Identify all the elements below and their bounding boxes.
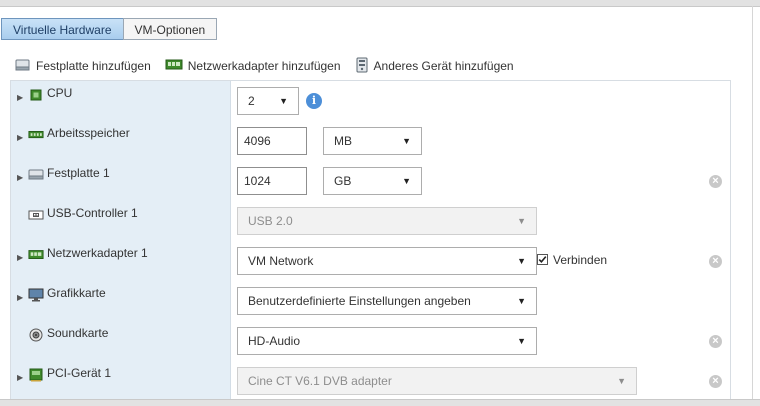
chevron-down-icon: ▼ bbox=[517, 216, 526, 226]
cpu-count-select[interactable]: 2 ▼ bbox=[237, 87, 299, 115]
device-settings-cell: 2 ▼ i bbox=[231, 81, 730, 121]
device-label-cell: ▶ Grafikkarte bbox=[11, 281, 231, 321]
sound-card-select[interactable]: HD-Audio ▼ bbox=[237, 327, 537, 355]
device-row-hard-disk: ▶ Festplatte 1 1024 GB ▼ × bbox=[11, 161, 730, 202]
device-row-usb-controller: USB-Controller 1 USB 2.0 ▼ bbox=[11, 201, 730, 242]
expand-arrow-icon[interactable]: ▶ bbox=[17, 133, 23, 142]
device-settings-cell: VM Network ▼ Verbinden × bbox=[231, 241, 730, 281]
device-toolbar: Festplatte hinzufügen Netzwerkadapter hi… bbox=[15, 57, 514, 75]
chevron-down-icon: ▼ bbox=[517, 336, 526, 346]
disk-unit-select[interactable]: GB ▼ bbox=[323, 167, 422, 195]
device-row-memory: ▶ Arbeitsspeicher 4096 MB ▼ bbox=[11, 121, 730, 162]
cpu-count-value: 2 bbox=[248, 94, 255, 108]
device-row-cpu: ▶ CPU 2 ▼ i bbox=[11, 81, 730, 122]
pci-device-select: Cine CT V6.1 DVB adapter ▼ bbox=[237, 367, 637, 395]
remove-device-icon[interactable]: × bbox=[709, 335, 722, 348]
tab-virtual-hardware[interactable]: Virtuelle Hardware bbox=[1, 18, 124, 40]
hard-disk-icon bbox=[28, 168, 44, 182]
device-label: Soundkarte bbox=[47, 326, 109, 340]
tab-vm-options[interactable]: VM-Optionen bbox=[122, 18, 218, 40]
device-label: Grafikkarte bbox=[47, 286, 106, 300]
device-label: Festplatte 1 bbox=[47, 166, 110, 180]
chevron-down-icon: ▼ bbox=[617, 376, 626, 386]
generic-device-icon bbox=[355, 57, 369, 76]
device-row-network-adapter: ▶ Netzwerkadapter 1 VM Network ▼ Verbind… bbox=[11, 241, 730, 282]
device-grid: ▶ CPU 2 ▼ i ▶ Arbeitsspeicher 4096 MB ▼ … bbox=[10, 80, 731, 399]
device-label: CPU bbox=[47, 86, 73, 100]
device-label-cell: ▶ Netzwerkadapter 1 bbox=[11, 241, 231, 281]
memory-size-input[interactable]: 4096 bbox=[237, 127, 307, 155]
expand-arrow-icon[interactable]: ▶ bbox=[17, 253, 23, 262]
device-label-cell: ▶ Festplatte 1 bbox=[11, 161, 231, 201]
network-select[interactable]: VM Network ▼ bbox=[237, 247, 537, 275]
device-row-video-card: ▶ Grafikkarte Benutzerdefinierte Einstel… bbox=[11, 281, 730, 322]
device-label: PCI-Gerät 1 bbox=[47, 366, 112, 380]
chevron-down-icon: ▼ bbox=[517, 296, 526, 306]
device-settings-cell: 4096 MB ▼ bbox=[231, 121, 730, 161]
memory-icon bbox=[28, 128, 44, 142]
usb-version-select: USB 2.0 ▼ bbox=[237, 207, 537, 235]
add-disk-button[interactable]: Festplatte hinzufügen bbox=[15, 57, 151, 75]
memory-unit-value: MB bbox=[334, 134, 352, 148]
network-adapter-icon bbox=[28, 248, 44, 262]
remove-device-icon[interactable]: × bbox=[709, 255, 722, 268]
chevron-down-icon: ▼ bbox=[402, 136, 411, 146]
speaker-icon bbox=[28, 328, 44, 342]
chevron-down-icon: ▼ bbox=[517, 256, 526, 266]
device-label: USB-Controller 1 bbox=[47, 206, 138, 220]
add-other-device-label: Anderes Gerät hinzufügen bbox=[373, 59, 514, 73]
chevron-down-icon: ▼ bbox=[402, 176, 411, 186]
device-label-cell: ▶ PCI-Gerät 1 bbox=[11, 361, 231, 399]
device-settings-cell: Cine CT V6.1 DVB adapter ▼ × bbox=[231, 361, 730, 399]
monitor-icon bbox=[28, 288, 44, 302]
disk-size-input[interactable]: 1024 bbox=[237, 167, 307, 195]
top-window-border bbox=[0, 0, 760, 7]
device-settings-cell: 1024 GB ▼ × bbox=[231, 161, 730, 201]
device-settings-cell: HD-Audio ▼ × bbox=[231, 321, 730, 361]
hard-disk-icon bbox=[15, 58, 31, 75]
device-label-cell: ▶ CPU bbox=[11, 81, 231, 121]
device-label-cell: ▶ Arbeitsspeicher bbox=[11, 121, 231, 161]
device-label: Arbeitsspeicher bbox=[47, 126, 130, 140]
add-network-adapter-label: Netzwerkadapter hinzufügen bbox=[187, 59, 341, 73]
pci-device-icon bbox=[28, 368, 44, 382]
device-label: Netzwerkadapter 1 bbox=[47, 246, 148, 260]
network-adapter-icon bbox=[165, 59, 183, 74]
remove-device-icon[interactable]: × bbox=[709, 175, 722, 188]
checkmark-icon bbox=[538, 256, 547, 263]
add-disk-label: Festplatte hinzufügen bbox=[36, 59, 151, 73]
device-settings-cell: USB 2.0 ▼ bbox=[231, 201, 730, 241]
expand-arrow-icon[interactable]: ▶ bbox=[17, 173, 23, 182]
disk-unit-value: GB bbox=[334, 174, 352, 188]
remove-device-icon[interactable]: × bbox=[709, 375, 722, 388]
add-other-device-button[interactable]: Anderes Gerät hinzufügen bbox=[355, 57, 514, 75]
memory-unit-select[interactable]: MB ▼ bbox=[323, 127, 422, 155]
expand-arrow-icon[interactable]: ▶ bbox=[17, 293, 23, 302]
usb-version-value: USB 2.0 bbox=[248, 214, 293, 228]
device-row-pci-device: ▶ PCI-Gerät 1 Cine CT V6.1 DVB adapter ▼… bbox=[11, 361, 730, 399]
video-settings-select[interactable]: Benutzerdefinierte Einstellungen angeben… bbox=[237, 287, 537, 315]
device-label-cell: USB-Controller 1 bbox=[11, 201, 231, 241]
add-network-adapter-button[interactable]: Netzwerkadapter hinzufügen bbox=[165, 57, 341, 75]
pci-device-value: Cine CT V6.1 DVB adapter bbox=[248, 374, 392, 388]
cpu-icon bbox=[28, 88, 44, 102]
device-label-cell: Soundkarte bbox=[11, 321, 231, 361]
network-value: VM Network bbox=[248, 254, 314, 268]
expand-arrow-icon[interactable]: ▶ bbox=[17, 93, 23, 102]
connect-checkbox-label[interactable]: Verbinden bbox=[553, 253, 607, 267]
sound-card-value: HD-Audio bbox=[248, 334, 301, 348]
video-settings-value: Benutzerdefinierte Einstellungen angeben bbox=[248, 294, 471, 308]
connect-checkbox[interactable] bbox=[537, 254, 548, 265]
expand-arrow-icon[interactable]: ▶ bbox=[17, 373, 23, 382]
info-icon[interactable]: i bbox=[306, 93, 322, 109]
device-row-sound-card: Soundkarte HD-Audio ▼ × bbox=[11, 321, 730, 362]
usb-icon bbox=[28, 208, 44, 222]
chevron-down-icon: ▼ bbox=[279, 96, 288, 106]
tab-bar: Virtuelle Hardware VM-Optionen bbox=[1, 18, 218, 40]
scroll-gutter-rule bbox=[752, 6, 753, 405]
device-settings-cell: Benutzerdefinierte Einstellungen angeben… bbox=[231, 281, 730, 321]
